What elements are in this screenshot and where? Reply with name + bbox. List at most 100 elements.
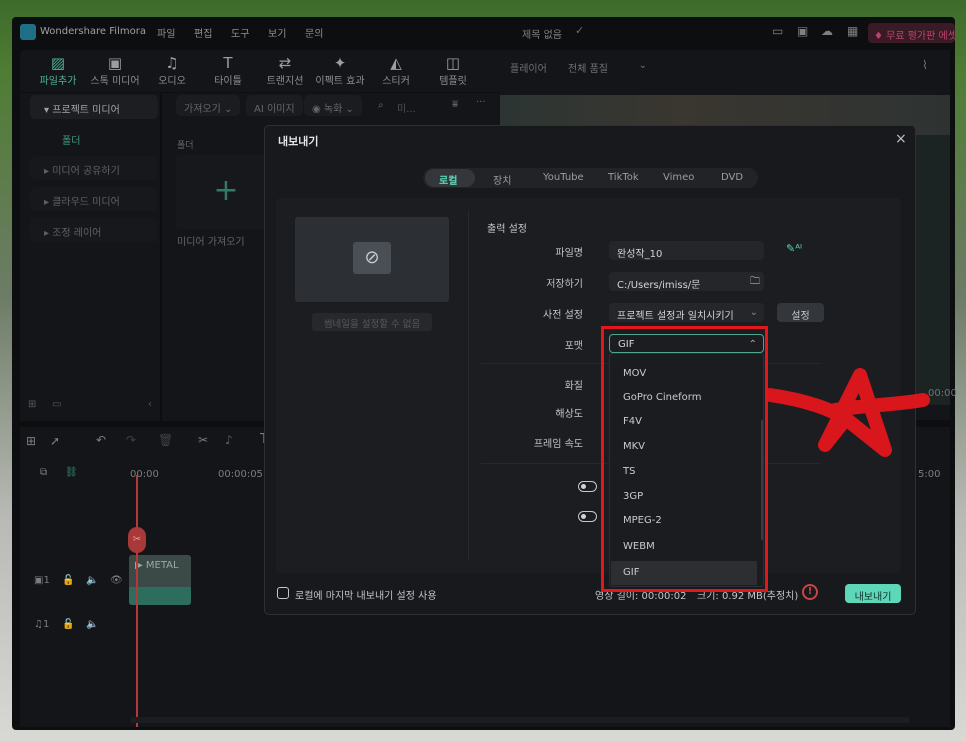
sidebar-item-cloud-media[interactable]: ▸ 클라우드 미디어 (30, 187, 158, 211)
filter-icon[interactable]: ⩸ (452, 99, 458, 110)
save-path-input[interactable]: C:/Users/imiss/문서/Wonders 🗀 (609, 272, 764, 291)
speaker-icon[interactable]: 🔈 (86, 619, 98, 630)
folder-browse-icon[interactable]: 🗀 (750, 274, 760, 291)
speaker-icon[interactable]: 🔈 (86, 575, 98, 586)
menu-view[interactable]: 보기 (268, 25, 286, 40)
video-clip[interactable]: ▶ METAL (129, 555, 191, 605)
menu-help[interactable]: 문의 (305, 25, 323, 40)
eye-icon[interactable]: 👁 (110, 575, 123, 586)
tab-tiktok[interactable]: TikTok (608, 172, 639, 183)
ruler-right: 5:00 (918, 469, 941, 480)
audio-edit-icon[interactable]: ♪ (225, 433, 233, 447)
filename-label: 파일명 (555, 248, 583, 259)
media-sidebar: ▾ 프로젝트 미디어 폴더 ▸ 미디어 공유하기 ▸ 클라우드 미디어 ▸ 조정… (20, 93, 160, 421)
frame-rate-label: 프레임 속도 (533, 439, 583, 450)
scene-icon[interactable]: ⊞ (26, 434, 36, 448)
set-thumbnail-button[interactable]: 썸네일을 설정할 수 없음 (312, 313, 432, 331)
video-track-icon: ▣1 (34, 575, 50, 586)
tab-device[interactable]: 장치 (493, 172, 511, 187)
export-tabs: 로컬 장치 YouTube TikTok Vimeo DVD (423, 168, 758, 188)
menu-edit[interactable]: 편집 (194, 25, 212, 40)
quality-label: 화질 (564, 381, 583, 392)
select-tool-icon[interactable]: ➚ (50, 434, 60, 448)
tab-local[interactable]: 로컬 (439, 172, 457, 187)
resolution-label: 해상도 (555, 409, 583, 420)
tab-stickers[interactable]: ◭ 스티커 (366, 54, 426, 87)
preset-dropdown[interactable]: 프로젝트 설정과 일치시키기 ⌄ (609, 303, 764, 322)
tab-effects[interactable]: ✦ 이펙트 효과 (310, 54, 370, 87)
search-input[interactable]: 미... (397, 100, 416, 115)
warning-icon[interactable]: ! (802, 584, 818, 600)
sidebar-item-adjustment-layer[interactable]: ▸ 조정 레이어 (30, 218, 158, 242)
toggle-option-2[interactable] (578, 511, 597, 522)
undo-icon[interactable]: ↶ (96, 433, 106, 447)
player-time: 00:00 (928, 388, 957, 399)
timeline-scrollbar[interactable] (130, 717, 910, 723)
tab-vimeo[interactable]: Vimeo (663, 172, 694, 183)
highlight-box (601, 326, 768, 592)
sidebar-label: 조정 레이어 (52, 228, 102, 239)
promo-label: 무료 평가판 에셋 (886, 31, 955, 42)
new-folder-icon[interactable]: ⊞ (28, 399, 36, 410)
no-thumbnail-icon: ⊘ (353, 242, 391, 274)
playhead-split-handle[interactable]: ✂ (128, 527, 146, 553)
split-icon[interactable]: ✂ (198, 433, 208, 447)
clip-audio-waveform (129, 587, 191, 605)
link-icon[interactable]: ⛓ (65, 467, 78, 478)
tab-label: 이펙트 효과 (315, 76, 365, 87)
sidebar-item-folder[interactable]: 폴더 (62, 132, 80, 147)
tab-titles[interactable]: T 타이틀 (198, 54, 258, 87)
clip-title: METAL (145, 560, 179, 571)
section-title: 출력 설정 (487, 224, 527, 235)
tab-transitions[interactable]: ⇄ 트랜지션 (255, 54, 315, 87)
tab-dvd[interactable]: DVD (721, 172, 743, 183)
clip-label: ▶ METAL (135, 560, 179, 571)
sidebar-item-project-media[interactable]: ▾ 프로젝트 미디어 (30, 95, 158, 119)
sidebar-item-shared-media[interactable]: ▸ 미디어 공유하기 (30, 156, 158, 180)
playhead[interactable] (136, 475, 138, 727)
menu-file[interactable]: 파일 (157, 25, 175, 40)
add-track-icon[interactable]: ⧉ (40, 467, 47, 478)
lock-icon[interactable]: 🔓 (62, 575, 74, 586)
lock-icon[interactable]: 🔓 (62, 619, 74, 630)
tab-templates[interactable]: ◫ 템플릿 (423, 54, 483, 87)
tab-media[interactable]: ▨ 파일추가 (28, 54, 88, 87)
preset-settings-button[interactable]: 설정 (777, 303, 824, 322)
ai-image-label: AI 이미지 (254, 104, 295, 115)
folder-icon[interactable]: ▭ (52, 399, 61, 410)
import-dropdown[interactable]: 가져오기 ⌄ (176, 95, 241, 116)
save-icon[interactable]: ▣ (797, 24, 808, 38)
close-icon[interactable]: × (895, 131, 907, 147)
delete-icon[interactable]: 🗑 (158, 433, 173, 447)
menu-tools[interactable]: 도구 (231, 25, 249, 40)
quality-dropdown[interactable]: 전체 품질 ⌄ (563, 54, 653, 76)
more-icon[interactable]: ··· (476, 97, 486, 108)
stock-icon: ▣ (107, 54, 123, 72)
export-button[interactable]: 내보내기 (845, 584, 901, 603)
tab-audio[interactable]: ♫ 오디오 (142, 54, 202, 87)
audio-track-icon: ♫1 (34, 619, 50, 630)
layout-icon[interactable]: ▭ (772, 24, 783, 38)
tab-stock-media[interactable]: ▣ 스톡 미디어 (85, 54, 145, 87)
record-dropdown[interactable]: ◉ 녹화 ⌄ (304, 95, 362, 116)
toggle-option-1[interactable] (578, 481, 597, 492)
video-track-number: 1 (43, 575, 50, 586)
ai-rename-icon[interactable]: ✎ᴬᴵ (786, 242, 802, 255)
import-media-tile[interactable]: + (176, 155, 276, 229)
save-to-label: 저장하기 (546, 279, 583, 290)
tab-youtube[interactable]: YouTube (543, 172, 584, 183)
last-settings-label: 로컬에 마지막 내보내기 설정 사용 (295, 591, 437, 602)
last-settings-checkbox[interactable] (277, 587, 289, 599)
filmora-logo-icon (20, 24, 36, 40)
cloud-upload-icon[interactable]: ☁ (821, 24, 833, 38)
tab-label: 트랜지션 (266, 76, 304, 87)
ai-image-button[interactable]: AI 이미지 (246, 95, 303, 116)
promo-button[interactable]: ♦ 무료 평가판 에셋 (868, 23, 955, 43)
redo-icon[interactable]: ↷ (126, 433, 136, 447)
collapse-icon[interactable]: ‹ (148, 399, 152, 410)
scopes-icon[interactable]: ⌇ (922, 58, 928, 72)
preset-value: 프로젝트 설정과 일치시키기 (617, 311, 734, 322)
filename-input[interactable]: 완성작_10 (609, 241, 764, 260)
search-icon[interactable]: ⌕ (378, 100, 384, 111)
apps-grid-icon[interactable]: ▦ (847, 24, 858, 38)
